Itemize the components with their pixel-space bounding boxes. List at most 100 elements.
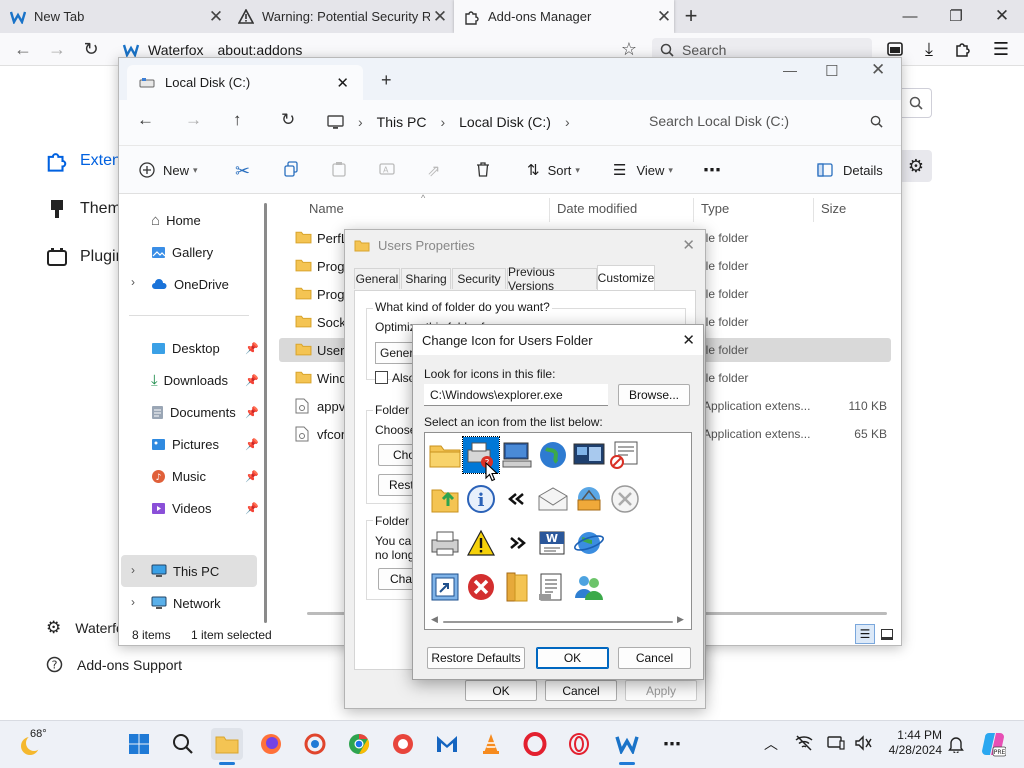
cut-icon[interactable]: ✂ bbox=[235, 161, 250, 182]
tab-addons-manager[interactable]: Add-ons Manager ✕ bbox=[454, 0, 674, 33]
circle-x-icon[interactable] bbox=[607, 481, 643, 517]
explorer-search-input[interactable]: Search Local Disk (C:) bbox=[635, 104, 897, 138]
nav-videos[interactable]: Videos 📌 bbox=[151, 495, 259, 521]
tab-security-warning[interactable]: Warning: Potential Security Risk Ahe ✕ bbox=[228, 0, 450, 33]
also-apply-checkbox[interactable] bbox=[375, 371, 388, 384]
close-window-icon[interactable]: ✕ bbox=[871, 60, 885, 80]
browse-button[interactable]: Browse... bbox=[618, 384, 690, 406]
taskbar-opera-icon[interactable] bbox=[519, 728, 551, 760]
globe-icon[interactable] bbox=[535, 437, 571, 473]
maximize-icon[interactable]: ☐ bbox=[825, 62, 838, 80]
taskbar-search-icon[interactable] bbox=[167, 728, 199, 760]
minimize-icon[interactable]: — bbox=[783, 62, 797, 78]
taskbar-vlc-icon[interactable] bbox=[475, 728, 507, 760]
close-tab-icon[interactable]: ✕ bbox=[654, 7, 674, 27]
minimize-icon[interactable]: — bbox=[898, 4, 922, 28]
properties-apply-button[interactable]: Apply bbox=[625, 680, 697, 701]
details-button[interactable]: Details bbox=[817, 158, 883, 182]
taskbar-tools-icon[interactable] bbox=[299, 728, 331, 760]
paste-icon[interactable] bbox=[331, 161, 347, 177]
back-arrow-icon[interactable]: ← bbox=[12, 38, 34, 60]
taskbar-overflow-icon[interactable]: ⋯ bbox=[656, 728, 688, 760]
warning-icon[interactable] bbox=[463, 525, 499, 561]
copilot-icon[interactable]: PRE bbox=[980, 731, 1006, 757]
taskbar-firefox-icon[interactable] bbox=[255, 728, 287, 760]
close-dialog-icon[interactable]: ✕ bbox=[682, 331, 695, 349]
shortcut-icon[interactable] bbox=[427, 569, 463, 605]
forward-arrow-icon[interactable]: → bbox=[185, 110, 202, 130]
close-tab-icon[interactable]: ✕ bbox=[336, 74, 349, 92]
change-icon-cancel-button[interactable]: Cancel bbox=[618, 647, 691, 669]
addons-footer-support[interactable]: ? Add-ons Support bbox=[46, 656, 182, 673]
info-icon[interactable]: i bbox=[463, 481, 499, 517]
taskbar-waterfox-icon[interactable] bbox=[611, 728, 643, 760]
icon-list-scrollbar[interactable]: ◀ ▶ bbox=[425, 612, 691, 629]
details-view-toggle[interactable]: ☰ bbox=[855, 624, 875, 644]
reload-icon[interactable]: ↻ bbox=[80, 38, 102, 60]
up-arrow-icon[interactable]: ↑ bbox=[233, 110, 242, 130]
close-tab-icon[interactable]: ✕ bbox=[430, 7, 450, 27]
tab-sharing[interactable]: Sharing bbox=[401, 268, 451, 289]
printer-icon[interactable] bbox=[427, 525, 463, 561]
expand-chevron-icon[interactable]: › bbox=[131, 595, 135, 609]
expand-chevron-icon[interactable]: › bbox=[131, 275, 135, 289]
double-right-arrow-icon[interactable] bbox=[499, 525, 535, 561]
restore-defaults-button[interactable]: Restore Defaults bbox=[427, 647, 525, 669]
taskbar-app-red-icon[interactable] bbox=[387, 728, 419, 760]
monitor-windows-icon[interactable] bbox=[571, 437, 607, 473]
clock[interactable]: 1:44 PM 4/28/2024 bbox=[880, 728, 942, 760]
tab-customize[interactable]: Customize bbox=[597, 265, 655, 290]
computer-icon[interactable] bbox=[499, 437, 535, 473]
sort-button[interactable]: ⇅ Sort ▾ bbox=[527, 158, 580, 182]
restore-icon[interactable]: ❐ bbox=[944, 4, 968, 28]
breadcrumb-this-pc[interactable]: This PC bbox=[377, 114, 427, 130]
nav-pictures[interactable]: Pictures 📌 bbox=[151, 431, 259, 457]
back-arrow-icon[interactable]: ← bbox=[137, 110, 154, 130]
taskbar-file-explorer-icon[interactable] bbox=[211, 728, 243, 760]
red-x-icon[interactable] bbox=[463, 569, 499, 605]
rename-icon[interactable]: A bbox=[379, 161, 395, 177]
folder-icon[interactable] bbox=[427, 437, 463, 473]
change-icon-ok-button[interactable]: OK bbox=[536, 647, 609, 669]
delete-icon[interactable] bbox=[475, 161, 491, 177]
scroll-thumb[interactable] bbox=[443, 621, 673, 623]
column-header-name[interactable]: Name bbox=[309, 201, 344, 221]
properties-ok-button[interactable]: OK bbox=[465, 680, 537, 701]
scroll-right-icon[interactable]: ▶ bbox=[677, 614, 684, 625]
nav-gallery[interactable]: Gallery bbox=[151, 239, 213, 265]
icon-list[interactable]: ?iW bbox=[424, 432, 692, 630]
tray-display-icon[interactable] bbox=[827, 735, 845, 751]
nav-downloads[interactable]: ⤓ Downloads 📌 bbox=[151, 367, 259, 393]
column-header-size[interactable]: Size bbox=[821, 201, 846, 221]
refresh-icon[interactable]: ↻ bbox=[281, 110, 295, 130]
start-button[interactable] bbox=[123, 728, 155, 760]
taskbar-chrome-icon[interactable] bbox=[343, 728, 375, 760]
explorer-tab[interactable]: Local Disk (C:) ✕ bbox=[127, 65, 363, 100]
double-left-arrow-icon[interactable] bbox=[499, 481, 535, 517]
word-document-icon[interactable]: W bbox=[535, 525, 571, 561]
tray-chevron-up-icon[interactable]: ︿ bbox=[764, 734, 778, 754]
nav-home[interactable]: ⌂ Home bbox=[151, 207, 201, 233]
close-tab-icon[interactable]: ✕ bbox=[206, 7, 226, 27]
icon-file-path-input[interactable]: C:\Windows\explorer.exe bbox=[424, 384, 608, 406]
envelope-icon[interactable] bbox=[535, 481, 571, 517]
addons-search-box[interactable] bbox=[900, 88, 932, 118]
column-header-type[interactable]: Type bbox=[701, 201, 729, 221]
scroll-left-icon[interactable]: ◀ bbox=[431, 614, 438, 625]
breadcrumb-local-disk[interactable]: Local Disk (C:) bbox=[459, 114, 551, 130]
close-window-icon[interactable]: ✕ bbox=[990, 4, 1014, 28]
properties-cancel-button[interactable]: Cancel bbox=[545, 680, 617, 701]
blocked-window-icon[interactable] bbox=[607, 437, 643, 473]
close-dialog-icon[interactable]: ✕ bbox=[682, 236, 695, 254]
forward-arrow-icon[interactable]: → bbox=[46, 38, 68, 60]
nav-onedrive[interactable]: OneDrive bbox=[151, 271, 229, 297]
hamburger-menu-icon[interactable]: ☰ bbox=[990, 38, 1012, 60]
new-tab-icon[interactable]: + bbox=[381, 70, 392, 91]
more-options-icon[interactable]: ⋯ bbox=[703, 160, 721, 181]
expand-chevron-icon[interactable]: › bbox=[131, 563, 135, 577]
document-list-icon[interactable] bbox=[535, 569, 571, 605]
nav-pane-scrollbar[interactable] bbox=[264, 203, 267, 623]
users-icon[interactable] bbox=[571, 569, 607, 605]
downloads-icon[interactable]: ⤓ bbox=[918, 38, 940, 60]
tab-security[interactable]: Security bbox=[452, 268, 506, 289]
